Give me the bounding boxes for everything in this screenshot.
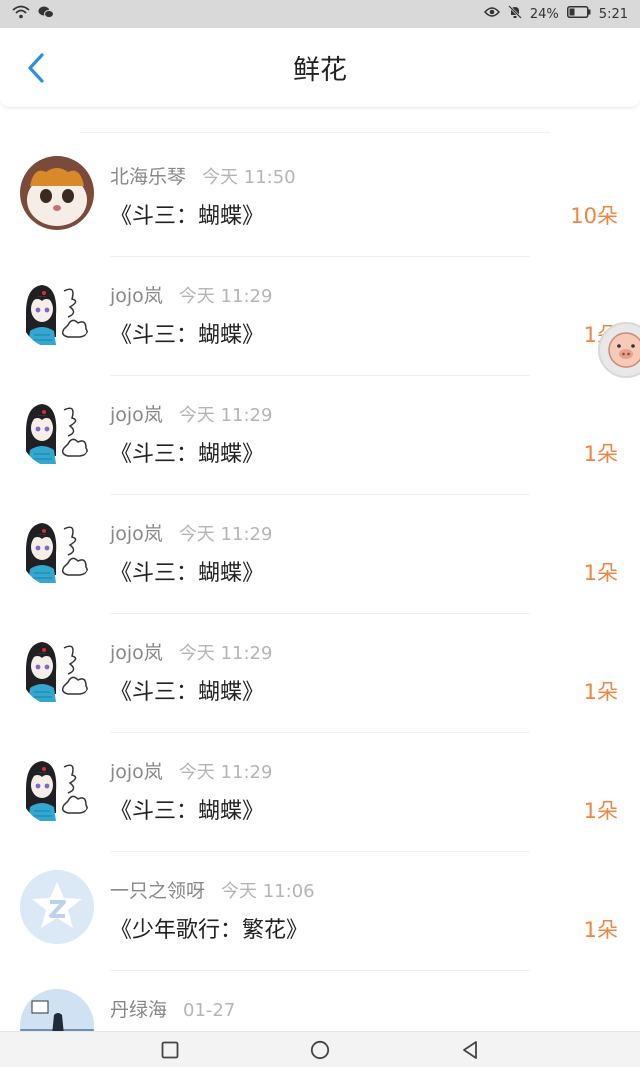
timestamp: 今天 11:29 (178, 524, 273, 545)
timestamp: 今天 11:29 (178, 286, 273, 307)
avatar[interactable] (20, 513, 94, 587)
item-meta: jojo岚 今天 11:29 (110, 281, 272, 308)
item-meta: 丹绿海 01-27 (110, 995, 235, 1022)
list-item[interactable]: jojo岚 今天 11:29 《斗三：蝴蝶》 1朵 (0, 257, 640, 376)
flower-count: 1朵 (583, 561, 618, 585)
item-meta: 一只之领呀 今天 11:06 (110, 876, 315, 903)
user-name[interactable]: jojo岚 (110, 757, 163, 784)
timestamp: 今天 11:29 (178, 643, 273, 664)
item-meta: jojo岚 今天 11:29 (110, 400, 272, 427)
user-name[interactable]: 一只之领呀 (110, 876, 205, 903)
user-name[interactable]: 丹绿海 (110, 995, 167, 1022)
battery-icon (566, 6, 591, 22)
flower-list[interactable]: 北海乐琴 今天 11:50 《斗三：蝴蝶》 10朵 jojo岚 今天 11:29… (0, 108, 640, 1031)
work-title[interactable]: 《少年歌行：繁花》 (110, 912, 308, 944)
system-back-button[interactable] (455, 1035, 485, 1065)
home-button[interactable] (305, 1035, 335, 1065)
avatar[interactable] (20, 156, 94, 230)
battery-percent: 24% (529, 6, 559, 22)
item-meta: jojo岚 今天 11:29 (110, 638, 272, 665)
list-item[interactable]: 一只之领呀 今天 11:06 《少年歌行：繁花》 1朵 (0, 852, 640, 971)
timestamp: 今天 11:50 (202, 167, 296, 188)
list-item[interactable]: 丹绿海 01-27 (0, 971, 640, 1031)
avatar[interactable] (20, 275, 94, 349)
clock: 5:21 (598, 6, 628, 22)
timestamp: 今天 11:29 (178, 405, 273, 426)
top-bar: 鲜花 (0, 28, 640, 108)
flower-count: 1朵 (583, 680, 618, 704)
status-bar: 24% 5:21 (0, 0, 640, 28)
list-item[interactable]: jojo岚 今天 11:29 《斗三：蝴蝶》 1朵 (0, 376, 640, 495)
chevron-left-icon (28, 53, 44, 83)
work-title[interactable]: 《斗三：蝴蝶》 (110, 674, 264, 706)
list-item[interactable]: jojo岚 今天 11:29 《斗三：蝴蝶》 1朵 (0, 733, 640, 852)
page-title: 鲜花 (293, 55, 347, 86)
pig-face-icon (608, 332, 640, 368)
item-meta: jojo岚 今天 11:29 (110, 757, 272, 784)
wechat-icon (38, 5, 54, 23)
flower-count: 1朵 (583, 442, 618, 466)
avatar[interactable] (20, 989, 94, 1031)
work-title[interactable]: 《斗三：蝴蝶》 (110, 555, 264, 587)
timestamp: 今天 11:29 (178, 762, 273, 783)
work-title[interactable]: 《斗三：蝴蝶》 (110, 793, 264, 825)
list-item[interactable]: 北海乐琴 今天 11:50 《斗三：蝴蝶》 10朵 (0, 138, 640, 257)
square-icon (161, 1041, 179, 1058)
timestamp: 今天 11:06 (221, 881, 315, 902)
work-title[interactable]: 《斗三：蝴蝶》 (110, 436, 264, 468)
flower-count: 1朵 (583, 799, 618, 823)
mute-bell-icon (508, 5, 522, 23)
user-name[interactable]: jojo岚 (110, 638, 163, 665)
user-name[interactable]: jojo岚 (110, 400, 163, 427)
list-item[interactable]: jojo岚 今天 11:29 《斗三：蝴蝶》 1朵 (0, 614, 640, 733)
item-meta: 北海乐琴 今天 11:50 (110, 162, 296, 189)
timestamp: 01-27 (183, 1000, 236, 1021)
eye-icon (483, 6, 500, 22)
work-title[interactable]: 《斗三：蝴蝶》 (110, 317, 264, 349)
wifi-icon (12, 5, 30, 23)
user-name[interactable]: 北海乐琴 (110, 162, 186, 189)
recent-apps-button[interactable] (155, 1035, 185, 1065)
user-name[interactable]: jojo岚 (110, 281, 163, 308)
work-title[interactable]: 《斗三：蝴蝶》 (110, 198, 264, 230)
avatar[interactable] (20, 632, 94, 706)
list-divider (80, 132, 550, 133)
list-item[interactable]: jojo岚 今天 11:29 《斗三：蝴蝶》 1朵 (0, 495, 640, 614)
flower-count: 1朵 (583, 918, 618, 942)
circle-icon (310, 1040, 330, 1059)
triangle-back-icon (463, 1040, 477, 1059)
flower-count: 10朵 (570, 204, 618, 228)
avatar[interactable] (20, 870, 94, 944)
user-name[interactable]: jojo岚 (110, 519, 163, 546)
avatar[interactable] (20, 751, 94, 825)
screen: 24% 5:21 鲜花 北海乐琴 今天 11:50 《斗三：蝴蝶》 10朵 jo… (0, 0, 640, 1067)
back-button[interactable] (18, 48, 54, 88)
system-nav-bar (0, 1031, 640, 1067)
avatar[interactable] (20, 394, 94, 468)
item-meta: jojo岚 今天 11:29 (110, 519, 272, 546)
